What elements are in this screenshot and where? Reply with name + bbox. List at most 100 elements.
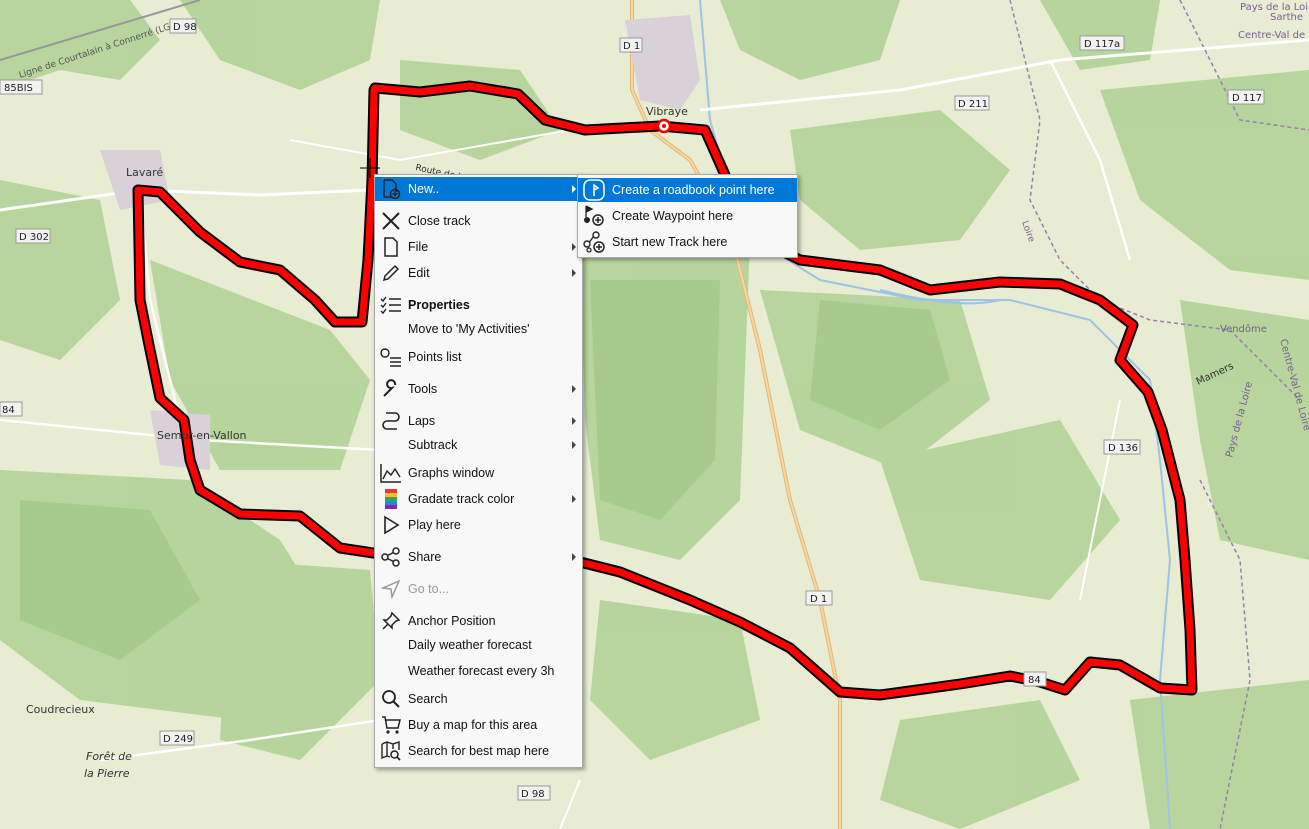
menu-item-anchor-position[interactable]: Anchor Position bbox=[375, 609, 582, 633]
menu-item-label: Weather forecast every 3h bbox=[408, 664, 555, 678]
place-label: la Pierre bbox=[84, 767, 130, 780]
menu-item-label: Tools bbox=[408, 382, 438, 396]
menu-item-label: Share bbox=[408, 550, 442, 564]
submenu-arrow-icon bbox=[572, 553, 576, 561]
menu-item-subtrack[interactable]: Subtrack bbox=[375, 433, 582, 457]
menu-item-graphs-window[interactable]: Graphs window bbox=[375, 461, 582, 485]
menu-item-daily-weather[interactable]: Daily weather forecast bbox=[375, 633, 582, 657]
new-document-icon bbox=[380, 178, 402, 200]
menu-item-label: Start new Track here bbox=[612, 235, 728, 249]
roadbook-icon bbox=[583, 179, 605, 201]
road-label: 84 bbox=[1028, 675, 1041, 686]
menu-item-gradate-track-color[interactable]: Gradate track color bbox=[375, 487, 582, 511]
menu-item-weather-3h[interactable]: Weather forecast every 3h bbox=[375, 659, 582, 683]
menu-item-label: Create Waypoint here bbox=[612, 209, 734, 223]
submenu-arrow-icon bbox=[572, 185, 576, 193]
menu-item-edit[interactable]: Edit bbox=[375, 261, 582, 285]
graph-icon bbox=[380, 462, 402, 484]
checklist-icon bbox=[380, 294, 402, 316]
new-submenu: Create a roadbook point here Create Wayp… bbox=[577, 174, 798, 258]
road-label: D 117 bbox=[1232, 93, 1262, 104]
menu-item-file[interactable]: File bbox=[375, 235, 582, 259]
road-label: 85BIS bbox=[4, 83, 33, 94]
navigate-arrow-icon bbox=[380, 578, 402, 600]
road-label: D 136 bbox=[1108, 443, 1138, 454]
menu-item-points-list[interactable]: Points list bbox=[375, 345, 582, 369]
menu-item-buy-map[interactable]: Buy a map for this area bbox=[375, 713, 582, 737]
close-icon bbox=[380, 210, 402, 232]
submenu-arrow-icon bbox=[572, 417, 576, 425]
submenu-item-create-roadbook-point[interactable]: Create a roadbook point here bbox=[578, 178, 797, 202]
menu-item-search-best-map[interactable]: Search for best map here bbox=[375, 739, 582, 763]
menu-item-label: Move to 'My Activities' bbox=[408, 322, 530, 336]
points-list-icon bbox=[380, 346, 402, 368]
road-label: D 1 bbox=[623, 41, 640, 52]
menu-item-label: Properties bbox=[408, 298, 470, 312]
track-add-icon bbox=[583, 231, 605, 253]
pencil-icon bbox=[380, 262, 402, 284]
menu-item-label: Go to... bbox=[408, 582, 449, 596]
place-label: Centre-Val de Loire bbox=[1238, 30, 1309, 41]
submenu-arrow-icon bbox=[572, 441, 576, 449]
menu-item-label: Search for best map here bbox=[408, 744, 550, 758]
menu-item-label: Anchor Position bbox=[408, 614, 496, 628]
menu-item-new[interactable]: New.. bbox=[375, 177, 582, 201]
menu-item-play-here[interactable]: Play here bbox=[375, 513, 582, 537]
play-icon bbox=[380, 514, 402, 536]
share-icon bbox=[380, 546, 402, 568]
menu-item-label: Graphs window bbox=[408, 466, 495, 480]
menu-item-tools[interactable]: Tools bbox=[375, 377, 582, 401]
menu-item-label: Create a roadbook point here bbox=[612, 183, 775, 197]
place-label: Vibraye bbox=[646, 105, 688, 118]
menu-item-label: New.. bbox=[408, 182, 440, 196]
submenu-arrow-icon bbox=[572, 385, 576, 393]
place-label: Lavaré bbox=[126, 166, 163, 179]
place-label: Coudrecieux bbox=[26, 703, 95, 716]
menu-item-label: Daily weather forecast bbox=[408, 638, 532, 652]
menu-item-go-to[interactable]: Go to... bbox=[375, 577, 582, 601]
menu-item-search[interactable]: Search bbox=[375, 687, 582, 711]
road-label: D 249 bbox=[163, 734, 193, 745]
track-context-menu: New.. Close track File Edit Properties M… bbox=[374, 174, 583, 768]
wrench-icon bbox=[380, 378, 402, 400]
menu-item-label: File bbox=[408, 240, 429, 254]
road-label: D 98 bbox=[521, 789, 545, 800]
menu-item-label: Close track bbox=[408, 214, 471, 228]
map-search-icon bbox=[380, 740, 402, 762]
color-gradient-icon bbox=[380, 488, 402, 510]
search-icon bbox=[380, 688, 402, 710]
place-label: Semur-en-Vallon bbox=[157, 429, 247, 442]
menu-item-label: Play here bbox=[408, 518, 461, 532]
submenu-arrow-icon bbox=[572, 243, 576, 251]
submenu-item-start-new-track[interactable]: Start new Track here bbox=[578, 230, 797, 254]
place-label: Sarthe bbox=[1270, 12, 1303, 23]
road-label: D 302 bbox=[19, 232, 49, 243]
submenu-arrow-icon bbox=[572, 495, 576, 503]
menu-item-close-track[interactable]: Close track bbox=[375, 209, 582, 233]
track-start-marker-dot bbox=[662, 124, 666, 128]
map-canvas[interactable]: Lavaré Vibraye Semur-en-Vallon Coudrecie… bbox=[0, 0, 1309, 829]
place-label: Vendôme bbox=[1220, 323, 1267, 335]
road-label: 84 bbox=[2, 405, 15, 416]
waypoint-add-icon bbox=[583, 205, 605, 227]
cart-icon bbox=[380, 714, 402, 736]
road-label: D 1 bbox=[810, 594, 827, 605]
road-label: D 211 bbox=[958, 99, 988, 110]
submenu-item-create-waypoint[interactable]: Create Waypoint here bbox=[578, 204, 797, 228]
menu-item-label: Buy a map for this area bbox=[408, 718, 538, 732]
menu-item-label: Edit bbox=[408, 266, 430, 280]
menu-item-label: Search bbox=[408, 692, 448, 706]
laps-icon bbox=[380, 410, 402, 432]
menu-item-laps[interactable]: Laps bbox=[375, 409, 582, 433]
menu-item-label: Points list bbox=[408, 350, 462, 364]
menu-item-label: Subtrack bbox=[408, 438, 458, 452]
menu-item-move-to-activities[interactable]: Move to 'My Activities' bbox=[375, 317, 582, 341]
pin-icon bbox=[380, 610, 402, 632]
menu-item-label: Gradate track color bbox=[408, 492, 515, 506]
submenu-arrow-icon bbox=[572, 269, 576, 277]
menu-item-share[interactable]: Share bbox=[375, 545, 582, 569]
menu-item-properties[interactable]: Properties bbox=[375, 293, 582, 317]
file-icon bbox=[380, 236, 402, 258]
road-label: D 117a bbox=[1084, 39, 1120, 50]
menu-item-label: Laps bbox=[408, 414, 436, 428]
